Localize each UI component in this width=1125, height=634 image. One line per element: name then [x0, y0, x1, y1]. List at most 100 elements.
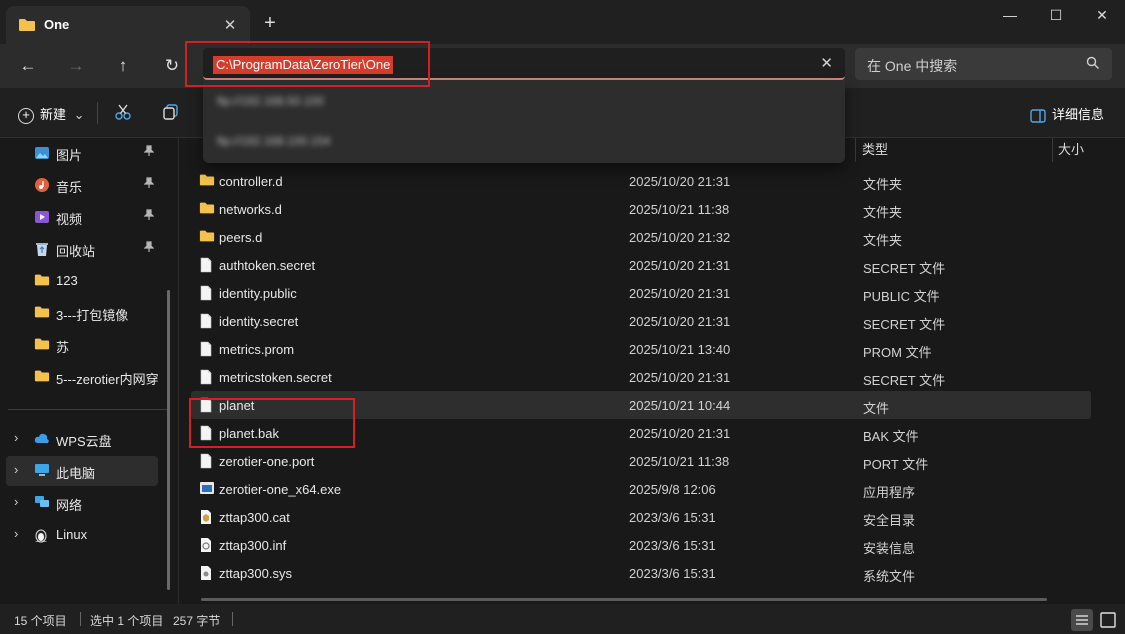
copy-icon[interactable] [162, 103, 182, 123]
file-row[interactable]: zerotier-one_x64.exe 2025/9/8 12:06 应用程序 [191, 475, 1091, 503]
file-icon [199, 257, 215, 273]
file-row[interactable]: metrics.prom 2025/10/21 13:40 PROM 文件 [191, 335, 1091, 363]
file-date-modified: 2025/10/20 21:31 [629, 426, 731, 441]
details-button[interactable]: 详细信息 [1030, 104, 1104, 123]
sidebar-item-videos[interactable]: 视频 [6, 202, 158, 232]
chevron-down-icon: ⌄ [73, 107, 85, 122]
file-date-modified: 2025/10/20 21:32 [629, 230, 731, 245]
refresh-button[interactable]: ↻ [157, 52, 187, 82]
linux-icon [34, 527, 50, 543]
annotation-box-planet-files [189, 398, 355, 448]
column-header-type[interactable]: 类型 [862, 138, 888, 162]
status-selection: 选中 1 个项目 [90, 614, 164, 628]
annotation-box-address [185, 41, 430, 87]
new-button[interactable]: + 新建 ⌄ [18, 104, 85, 124]
suggestion-item[interactable]: ftp://192.168.50.100 [217, 94, 324, 112]
recycle-bin-icon [34, 241, 50, 257]
file-row[interactable]: peers.d 2025/10/20 21:32 文件夹 [191, 223, 1091, 251]
thumbnail-view-button[interactable] [1097, 609, 1119, 631]
file-row[interactable]: controller.d 2025/10/20 21:31 文件夹 [191, 167, 1091, 195]
back-button[interactable]: ← [13, 52, 43, 82]
network-icon [34, 495, 50, 511]
file-type: 安全目录 [863, 513, 916, 528]
file-type: PUBLIC 文件 [863, 289, 940, 304]
maximize-button[interactable]: ☐ [1033, 0, 1079, 32]
chevron-right-icon[interactable]: › [14, 494, 18, 509]
file-row[interactable]: zerotier-one.port 2025/10/21 11:38 PORT 文件 [191, 447, 1091, 475]
file-row[interactable]: zttap300.sys 2023/3/6 15:31 系统文件 [191, 559, 1091, 587]
clear-address-button[interactable]: ✕ [820, 54, 833, 72]
sidebar-item-music[interactable]: 音乐 [6, 170, 158, 200]
file-name: identity.secret [219, 314, 299, 329]
file-date-modified: 2025/10/21 11:38 [629, 454, 730, 469]
sidebar-item-5-zerotier[interactable]: 5---zerotier内网穿 [6, 362, 159, 392]
forward-button[interactable]: → [61, 52, 91, 82]
sidebar-item-123[interactable]: 123 [6, 266, 158, 296]
thumbnail-view-icon [1100, 612, 1116, 628]
sidebar-item-3-packaging[interactable]: 3---打包镜像 [6, 298, 158, 328]
details-view-button[interactable] [1071, 609, 1093, 631]
folder-icon [34, 273, 50, 289]
file-icon [199, 341, 215, 357]
toolbar-divider [97, 102, 98, 124]
navigation-pane: 图片 音乐 视频 回收站 123 3---打包镜像 苏 5---zerotier… [0, 138, 176, 604]
new-tab-button[interactable]: + [258, 12, 282, 36]
tab-title: One [44, 17, 70, 32]
folder-icon [34, 369, 50, 385]
file-type: 文件 [863, 401, 890, 416]
search-icon[interactable] [1086, 56, 1100, 73]
search-box[interactable]: 在 One 中搜索 [855, 48, 1112, 80]
file-row[interactable]: identity.secret 2025/10/20 21:31 SECRET 文件 [191, 307, 1091, 335]
file-row[interactable]: authtoken.secret 2025/10/20 21:31 SECRET 文… [191, 251, 1091, 279]
folder-icon [199, 201, 215, 217]
chevron-right-icon[interactable]: › [14, 430, 18, 445]
sidebar-item-linux[interactable]: › Linux [6, 520, 158, 550]
sidebar-item-label: 网络 [56, 498, 83, 513]
cut-icon[interactable] [114, 103, 134, 123]
file-type: 应用程序 [863, 485, 916, 500]
sidebar-item-wps-cloud[interactable]: › WPS云盘 [6, 424, 158, 454]
sidebar-item-this-pc[interactable]: › 此电脑 [6, 456, 158, 486]
sidebar-scrollbar[interactable] [167, 290, 170, 590]
file-row[interactable]: networks.d 2025/10/21 11:38 文件夹 [191, 195, 1091, 223]
file-name: zttap300.inf [219, 538, 287, 553]
column-header-size[interactable]: 大小 [1058, 138, 1084, 162]
file-name: peers.d [219, 230, 263, 245]
file-row[interactable]: metricstoken.secret 2025/10/20 21:31 SECRE… [191, 363, 1091, 391]
status-divider [232, 612, 233, 626]
file-row[interactable]: identity.public 2025/10/20 21:31 PUBLIC 文件 [191, 279, 1091, 307]
pin-icon [143, 145, 155, 160]
sidebar-item-network[interactable]: › 网络 [6, 488, 158, 518]
file-name: zttap300.cat [219, 510, 290, 525]
horizontal-scrollbar[interactable] [201, 598, 1047, 601]
minimize-button[interactable]: — [987, 0, 1033, 32]
sidebar-item-label: 音乐 [56, 180, 83, 195]
sidebar-item-label: 视频 [56, 212, 83, 227]
pin-icon [143, 241, 155, 256]
tab-close-button[interactable]: ✕ [219, 15, 241, 37]
sidebar-item-recycle-bin[interactable]: 回收站 [6, 234, 158, 264]
title-bar: One ✕ + — ☐ ✕ [0, 0, 1125, 44]
chevron-right-icon[interactable]: › [14, 526, 18, 541]
suggestion-item[interactable]: ftp://192.168.100.154 [217, 134, 330, 152]
file-row[interactable]: zttap300.inf 2023/3/6 15:31 安装信息 [191, 531, 1091, 559]
file-row[interactable]: zttap300.cat 2023/3/6 15:31 安全目录 [191, 503, 1091, 531]
pin-icon [143, 209, 155, 224]
sidebar-item-label: 5---zerotier内网穿 [56, 372, 159, 387]
file-date-modified: 2025/9/8 12:06 [629, 482, 716, 497]
chevron-right-icon[interactable]: › [14, 462, 18, 477]
file-date-modified: 2025/10/21 11:38 [629, 202, 730, 217]
file-name: authtoken.secret [219, 258, 316, 273]
add-icon: + [18, 107, 34, 124]
sidebar-item-pictures[interactable]: 图片 [6, 138, 158, 168]
file-type: 安装信息 [863, 541, 916, 556]
folder-icon [18, 18, 36, 35]
system-file-icon [199, 565, 215, 581]
close-window-button[interactable]: ✕ [1079, 0, 1125, 32]
file-type: 文件夹 [863, 205, 903, 220]
sidebar-item-su[interactable]: 苏 [6, 330, 158, 360]
up-button[interactable]: ↑ [108, 52, 138, 82]
sidebar-item-label: 苏 [56, 340, 70, 355]
file-name: zerotier-one_x64.exe [219, 482, 342, 497]
tab-one[interactable]: One ✕ [6, 6, 250, 44]
